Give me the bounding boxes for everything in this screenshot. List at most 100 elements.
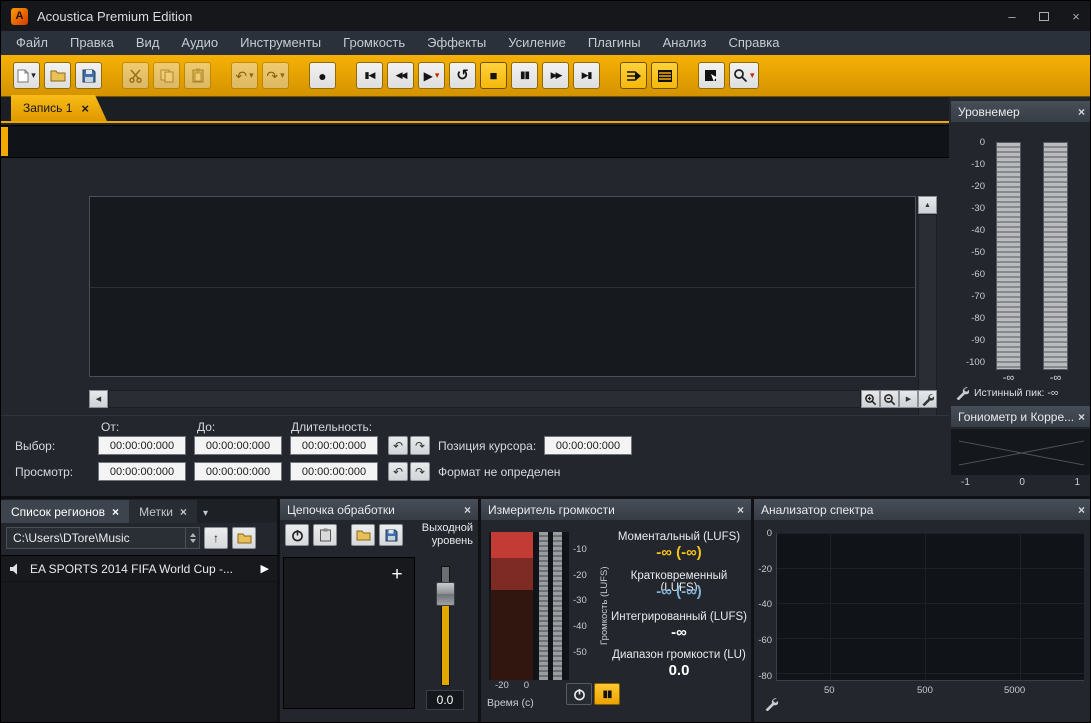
selection-undo-button[interactable]: ↶ [388,436,408,455]
output-level-slider-handle[interactable] [436,582,455,606]
menu-item-effects[interactable]: Эффекты [416,31,497,55]
play-button[interactable]: ▶ ▾ [418,62,445,89]
rewind-button[interactable]: ◀◀ [387,62,414,89]
fast-forward-button[interactable]: ▶▶ [542,62,569,89]
panel-close-icon[interactable]: × [464,503,471,517]
redo-button[interactable]: ↷ ▾ [262,62,289,89]
minimize-button[interactable]: – [996,1,1028,31]
cut-button[interactable] [122,62,149,89]
preview-play-icon[interactable]: ▶ [261,562,269,575]
menu-item-volume[interactable]: Громкость [332,31,416,55]
loop-button[interactable]: ↺ [449,62,476,89]
combo-spinner-icon[interactable] [185,528,199,548]
column-label-duration: Длительность: [291,420,372,434]
maximize-button[interactable] [1028,1,1060,31]
panel-close-icon[interactable]: × [737,503,744,517]
panel-close-icon[interactable]: × [1078,105,1085,119]
scroll-left-button[interactable]: ◀ [89,390,108,408]
menu-item-edit[interactable]: Правка [59,31,125,55]
scrub-tool-button[interactable] [620,62,647,89]
view-settings-button[interactable] [918,390,937,408]
menu-item-analysis[interactable]: Анализ [652,31,718,55]
panel-close-icon[interactable]: × [1078,503,1085,517]
loudness-x-axis-label: Время (с) [487,697,534,709]
wrench-icon[interactable] [764,697,778,711]
fast-forward-icon: ▶▶ [551,71,561,80]
cursor-position-field[interactable] [544,436,632,455]
menu-item-gain[interactable]: Усиление [497,31,577,55]
menu-item-file[interactable]: Файл [5,31,59,55]
paste-button[interactable] [184,62,211,89]
waveform-display[interactable] [89,196,916,377]
selection-to-field[interactable] [194,436,282,455]
tab-record-1[interactable]: Запись 1 × [11,95,107,121]
selection-duration-field[interactable] [290,436,378,455]
tab-marks[interactable]: Метки × [129,500,197,523]
horizontal-scrollbar: ◀ ▶ [89,390,937,408]
view-redo-button[interactable]: ↷ [410,462,430,481]
scale-label: 0 [980,138,985,148]
scale-label: -90 [971,336,985,346]
menu-item-plugins[interactable]: Плагины [577,31,652,55]
save-button[interactable] [75,62,102,89]
chain-power-button[interactable] [285,524,309,546]
loudness-meter-panel: Измеритель громкости × -10 -20 -30 -40 -… [481,499,751,723]
list-item[interactable]: EA SPORTS 2014 FIFA World Cup -... ▶ [1,556,277,582]
zoom-tool-button[interactable]: ▾ [729,62,759,89]
chain-list-area[interactable]: + [283,557,415,709]
close-button[interactable]: × [1060,1,1091,31]
tab-close-icon[interactable]: × [180,505,187,519]
open-button[interactable] [44,62,71,89]
tab-close-icon[interactable]: × [112,505,119,519]
panel-close-icon[interactable]: × [1078,410,1085,424]
chain-paste-button[interactable] [313,524,337,546]
dropdown-icon: ▾ [249,71,254,80]
folder-up-button[interactable]: ↑ [204,527,228,549]
tab-region-list[interactable]: Список регионов × [1,500,129,523]
integrated-label: Интегрированный (LUFS) [611,611,747,623]
view-to-field[interactable] [194,462,282,481]
loudness-pause-button[interactable]: ▮▮ [594,683,620,705]
path-combobox[interactable]: C:\Users\DTore\Music [6,527,200,549]
copy-button[interactable] [153,62,180,89]
playhead-marker[interactable] [1,127,8,156]
chain-open-button[interactable] [351,524,375,546]
skip-end-button[interactable]: ▶▮ [573,62,600,89]
selection-from-field[interactable] [98,436,186,455]
selection-tool-button[interactable] [698,62,725,89]
scroll-right-button[interactable]: ▶ [899,390,918,408]
scale-label: 1 [1074,477,1080,488]
tab-close-icon[interactable]: × [81,101,89,116]
menu-item-help[interactable]: Справка [717,31,790,55]
add-effect-button[interactable]: + [386,564,408,586]
loudness-reset-button[interactable] [566,683,592,705]
view-duration-field[interactable] [290,462,378,481]
bottom-dock: Список регионов × Метки × ▾ C:\Users\DTo… [1,496,1091,723]
pause-button[interactable]: ▮▮ [511,62,538,89]
scale-label: 5000 [1004,685,1025,696]
horizontal-scroll-track[interactable] [108,390,861,408]
horizontal-zoom-in-button[interactable] [861,390,880,408]
layers-tool-button[interactable] [651,62,678,89]
browse-folder-button[interactable] [232,527,256,549]
scroll-up-button[interactable]: ▲ [918,196,937,214]
view-undo-button[interactable]: ↶ [388,462,408,481]
skip-start-button[interactable]: ▮◀ [356,62,383,89]
scale-label: 0 [767,529,772,539]
waveform-overview-strip[interactable] [1,125,949,158]
chain-save-button[interactable] [379,524,403,546]
selection-redo-button[interactable]: ↷ [410,436,430,455]
wrench-icon[interactable] [955,386,969,400]
new-file-button[interactable]: ▾ [13,62,40,89]
stop-button[interactable]: ■ [480,62,507,89]
undo-button[interactable]: ↶ ▾ [231,62,258,89]
view-from-field[interactable] [98,462,186,481]
menu-item-audio[interactable]: Аудио [170,31,229,55]
tab-overflow-dropdown-icon[interactable]: ▾ [203,508,208,523]
maximize-icon [1039,12,1049,21]
horizontal-zoom-out-button[interactable] [880,390,899,408]
pause-icon: ▮▮ [520,71,529,81]
menu-item-tools[interactable]: Инструменты [229,31,332,55]
menu-item-view[interactable]: Вид [125,31,171,55]
record-button[interactable]: ● [309,62,336,89]
